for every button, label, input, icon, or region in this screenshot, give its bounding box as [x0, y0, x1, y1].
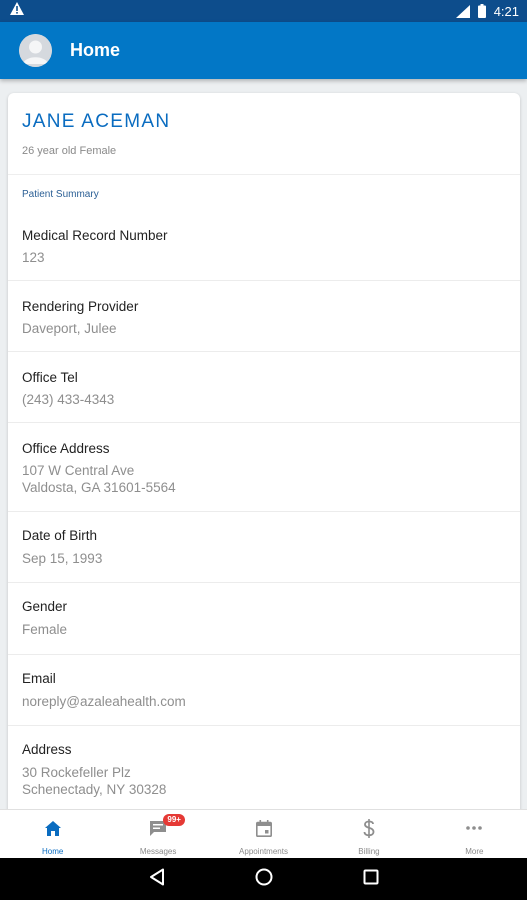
field-address: Address 30 Rockefeller Plz Schenectady, … — [8, 726, 520, 809]
back-icon[interactable] — [149, 868, 165, 891]
field-value-line2: Schenectady, NY 30328 — [22, 782, 167, 797]
field-label: Medical Record Number — [22, 228, 168, 243]
field-value: Sep 15, 1993 — [22, 551, 103, 566]
nav-item-home[interactable]: Home — [0, 810, 105, 858]
field-label: Address — [22, 742, 72, 757]
patient-card: JANE ACEMAN 26 year old Female Patient S… — [8, 93, 520, 809]
field-value-line1: 30 Rockefeller Plz — [22, 765, 131, 780]
nav-item-appointments[interactable]: Appointments — [211, 810, 316, 858]
field-label: Office Address — [22, 441, 110, 456]
avatar[interactable] — [19, 34, 52, 67]
field-email: Email noreply@azaleahealth.com — [8, 655, 520, 726]
user-icon — [19, 34, 52, 67]
field-rendering-provider: Rendering Provider Daveport, Julee — [8, 281, 520, 352]
field-value: 123 — [22, 250, 45, 265]
app-bar: Home — [0, 22, 527, 79]
field-date-of-birth: Date of Birth Sep 15, 1993 — [8, 512, 520, 583]
home-icon — [44, 818, 61, 838]
more-icon — [466, 818, 483, 838]
field-value: noreply@azaleahealth.com — [22, 694, 186, 709]
field-label: Email — [22, 671, 56, 686]
main-content[interactable]: JANE ACEMAN 26 year old Female Patient S… — [0, 79, 527, 809]
wifi-icon — [455, 4, 470, 18]
field-label: Rendering Provider — [22, 299, 139, 314]
field-value: Female — [22, 622, 68, 637]
field-value: Daveport, Julee — [22, 321, 117, 336]
nav-item-more[interactable]: More — [422, 810, 527, 858]
unread-badge: 99+ — [163, 814, 185, 826]
patient-header: JANE ACEMAN 26 year old Female — [8, 93, 520, 175]
recents-icon[interactable] — [363, 869, 379, 890]
patient-name: JANE ACEMAN — [22, 111, 171, 132]
status-time: 4:21 — [493, 3, 519, 19]
nav-label: More — [465, 847, 484, 856]
field-label: Office Tel — [22, 370, 78, 385]
field-value-line2: Valdosta, GA 31601-5564 — [22, 480, 176, 495]
battery-icon — [477, 4, 486, 18]
warning-icon — [10, 2, 24, 20]
calendar-icon — [255, 818, 272, 838]
field-office-address: Office Address 107 W Central Ave Valdost… — [8, 423, 520, 512]
dollar-icon — [363, 818, 375, 838]
page-title: Home — [70, 40, 121, 60]
field-value: (243) 433-4343 — [22, 392, 115, 407]
nav-label: Billing — [358, 847, 380, 856]
field-medical-record-number: Medical Record Number 123 — [8, 210, 520, 281]
nav-item-messages[interactable]: 99+ Messages — [105, 810, 210, 858]
nav-item-billing[interactable]: Billing — [316, 810, 421, 858]
home-circle-icon[interactable] — [255, 868, 273, 891]
section-title: Patient Summary — [22, 189, 99, 200]
field-label: Date of Birth — [22, 528, 98, 543]
bottom-nav: Home 99+ Messages Appointments Billing M… — [0, 809, 527, 858]
nav-label: Home — [42, 847, 64, 856]
field-value-line1: 107 W Central Ave — [22, 463, 135, 478]
nav-label: Messages — [139, 847, 177, 856]
patient-age-gender: 26 year old Female — [22, 145, 117, 157]
system-nav-bar — [0, 858, 527, 900]
field-office-tel: Office Tel (243) 433-4343 — [8, 352, 520, 423]
nav-label: Appointments — [239, 847, 288, 856]
field-gender: Gender Female — [8, 583, 520, 655]
status-bar: 4:21 — [0, 0, 527, 22]
field-label: Gender — [22, 599, 68, 614]
